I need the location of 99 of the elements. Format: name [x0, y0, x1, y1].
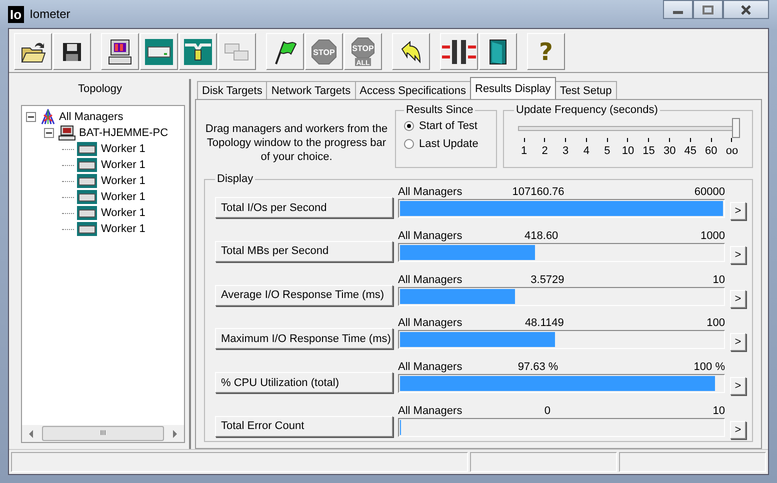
disk-drive-icon [76, 221, 98, 237]
value-label: 48.1149 [524, 316, 564, 330]
more-button[interactable]: > [730, 246, 746, 264]
disk-drive-icon [76, 173, 98, 189]
tick-label: 4 [583, 145, 590, 157]
toolbar-button[interactable] [101, 33, 139, 70]
tree-item[interactable]: Worker 1 [100, 191, 146, 203]
value-label: 0 [544, 404, 551, 418]
source-label: All Managers [398, 272, 462, 287]
value-label: 107160.76 [512, 185, 564, 199]
more-button[interactable]: > [730, 202, 746, 220]
tree-item[interactable]: BAT-HJEMME-PC [78, 127, 170, 139]
slider[interactable] [518, 118, 740, 138]
help-icon: ? [539, 38, 553, 66]
group-title: Update Frequency (seconds) [515, 104, 659, 116]
disk-drive-icon [76, 205, 98, 221]
toolbar-button[interactable] [53, 33, 91, 70]
disk-drive-icon [76, 157, 98, 173]
metric-button[interactable]: Total Error Count [215, 416, 393, 437]
tree-item[interactable]: Worker 1 [100, 159, 146, 171]
toolbar-button[interactable] [140, 33, 178, 70]
scroll-right-icon[interactable] [172, 430, 178, 438]
split-arrows-icon [441, 38, 477, 66]
metric-button[interactable]: Total MBs per Second [215, 240, 393, 262]
minimize-button[interactable] [663, 0, 693, 19]
source-label: All Managers [398, 228, 462, 243]
minimize-icon [673, 11, 683, 14]
tab[interactable]: Access Specifications [354, 81, 471, 99]
scroll-left-icon[interactable] [28, 430, 34, 438]
max-label: 10 [712, 272, 725, 287]
metric-button[interactable]: Average I/O Response Time (ms) [215, 284, 393, 306]
group-title: Display [216, 173, 254, 185]
tab[interactable]: Network Targets [266, 81, 356, 99]
tab[interactable]: Test Setup [554, 81, 617, 99]
toolbar-button[interactable] [14, 33, 52, 70]
managers-icon [40, 109, 56, 125]
slider-thumb[interactable] [732, 118, 740, 138]
tick-label: 30 [663, 145, 676, 157]
source-label: All Managers [398, 185, 462, 199]
tick-label: 15 [642, 145, 655, 157]
source-label: All Managers [398, 316, 462, 330]
toolbar-button[interactable] [266, 33, 304, 70]
close-icon [740, 4, 752, 14]
radio-option[interactable]: Start of Test [404, 120, 488, 132]
stop-sign-icon: STOP [310, 38, 338, 66]
tab[interactable]: Results Display [470, 77, 556, 99]
panel-title: Topology [76, 82, 124, 97]
disk-drive-icon [144, 38, 174, 66]
close-button[interactable] [723, 0, 769, 19]
maximize-icon [702, 4, 714, 14]
tick-label: 1 [520, 145, 528, 157]
radio-option[interactable]: Last Update [404, 138, 488, 150]
toolbar-button[interactable] [479, 33, 517, 70]
source-label: All Managers [398, 404, 462, 418]
tick-label: 45 [684, 145, 696, 157]
metric-button[interactable]: % CPU Utilization (total) [215, 372, 393, 394]
max-label: 10 [712, 404, 725, 418]
app-logo: Io [8, 6, 24, 22]
metric-button[interactable]: Total I/Os per Second [215, 197, 393, 218]
tick-label: 2 [542, 145, 548, 157]
source-label: All Managers [398, 360, 462, 374]
max-label: 60000 [694, 185, 725, 199]
value-label: 418.60 [524, 228, 558, 243]
more-button[interactable]: > [730, 420, 746, 439]
value-label: 97.63 % [518, 360, 558, 374]
instructions-text: Drag managers and workers from the Topology window to the progress bar of your choice. [204, 122, 389, 165]
more-button[interactable]: > [730, 377, 746, 396]
value-label: 3.5729 [530, 272, 564, 287]
tick-label: oo [726, 145, 738, 157]
disk-drive-icon [76, 189, 98, 205]
disk-drive-icon [76, 141, 98, 157]
toolbar-button[interactable] [179, 33, 217, 70]
tree-item[interactable]: Worker 1 [100, 207, 146, 219]
max-label: 100 % [694, 360, 725, 374]
expander-icon[interactable] [26, 112, 36, 122]
group-title: Results Since [405, 104, 474, 116]
tick-label: 3 [562, 145, 569, 157]
more-button[interactable]: > [730, 290, 746, 308]
max-label: 100 [706, 316, 725, 330]
toolbar-button[interactable] [440, 33, 478, 70]
more-button[interactable]: > [730, 333, 746, 352]
window-title: Iometer [30, 7, 70, 21]
max-label: 1000 [700, 228, 725, 243]
maximize-button[interactable] [693, 0, 723, 19]
tree-item[interactable]: Worker 1 [100, 223, 146, 235]
computer-icon [58, 125, 76, 141]
expander-icon[interactable] [44, 128, 54, 138]
tick-label: 5 [604, 145, 610, 157]
tick-label: 10 [622, 145, 634, 157]
tree-item[interactable]: All Managers [58, 111, 124, 123]
tree-item[interactable]: Worker 1 [100, 175, 146, 187]
tree-item[interactable]: Worker 1 [100, 143, 146, 155]
computer-icon [106, 38, 134, 66]
network-icon [183, 38, 213, 66]
toolbar-button[interactable]: ? [527, 33, 565, 70]
tab[interactable]: Disk Targets [197, 81, 268, 99]
tick-label: 60 [705, 145, 718, 157]
toolbar-button[interactable] [392, 33, 430, 70]
metric-button[interactable]: Maximum I/O Response Time (ms) [215, 328, 393, 350]
